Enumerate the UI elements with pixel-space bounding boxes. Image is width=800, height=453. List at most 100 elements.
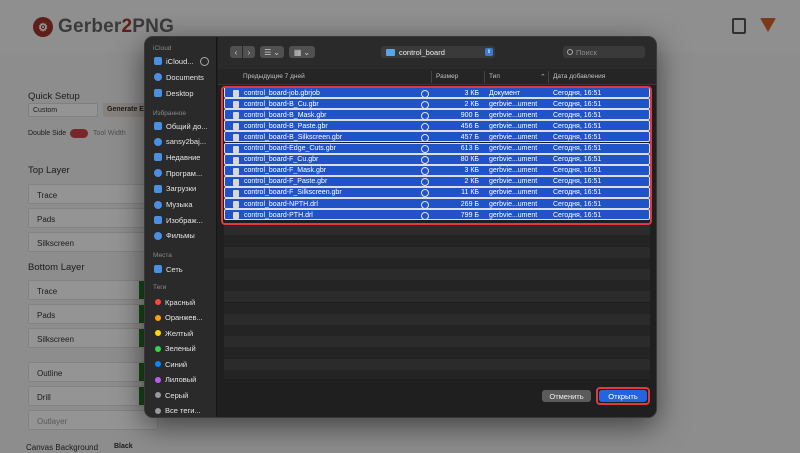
sidebar-head-favorites: Избранное <box>153 110 186 117</box>
empty-list-row <box>224 325 650 336</box>
sidebar-item[interactable]: Програм... <box>151 166 213 180</box>
download-icon <box>154 184 162 193</box>
column-size[interactable]: Размер <box>436 73 458 80</box>
sidebar-item-label: Documents <box>166 72 204 82</box>
clock-icon <box>154 153 162 162</box>
sidebar-item[interactable]: Изображ... <box>151 213 213 227</box>
sidebar-item[interactable]: iCloud... <box>151 54 213 68</box>
sidebar-item-label: Оранжев... <box>165 313 203 322</box>
search-box[interactable] <box>563 46 645 58</box>
open-button-highlight-box <box>596 387 650 405</box>
sidebar-item[interactable]: sansy2baj... <box>151 135 213 149</box>
sidebar-item[interactable]: Фильмы <box>151 229 213 243</box>
sidebar-item-label: sansy2baj... <box>166 137 207 147</box>
sidebar-head-icloud: iCloud <box>153 45 172 52</box>
sidebar-item-label: Сеть <box>166 264 183 274</box>
empty-list-row <box>224 246 650 258</box>
sidebar-item[interactable]: Оранжев... <box>151 311 213 325</box>
sidebar-item[interactable]: Сеть <box>151 262 213 276</box>
updown-chevron-icon: ⇕ <box>485 48 493 56</box>
sidebar-item-label: Зеленый <box>165 344 196 353</box>
tag-color-dot-icon <box>155 407 161 414</box>
search-input[interactable] <box>576 47 638 57</box>
sidebar-item-label: Програм... <box>166 168 203 178</box>
view-mode-button[interactable]: ☰ ⌄ <box>260 46 284 58</box>
image-icon <box>154 216 162 225</box>
column-date-added[interactable]: Дата добавления <box>553 73 605 80</box>
sidebar-item[interactable]: Лиловый <box>151 373 213 387</box>
music-icon <box>154 200 162 209</box>
sidebar-head-tags: Теги <box>153 284 167 291</box>
sidebar-item-label: iCloud... <box>166 56 194 66</box>
tag-color-dot-icon <box>155 376 161 383</box>
sidebar-item[interactable]: Недавние <box>151 150 213 164</box>
sidebar-item-label: Загрузки <box>166 184 197 194</box>
sync-progress-icon <box>200 56 209 66</box>
cloud-icon <box>154 57 162 65</box>
sidebar-item-label: Desktop <box>166 88 194 98</box>
apps-icon <box>154 169 162 178</box>
search-icon <box>567 49 573 55</box>
sort-ascending-icon: ⌃ <box>540 74 546 81</box>
tag-color-dot-icon <box>155 299 161 305</box>
list-view-icon: ☰ <box>264 47 272 57</box>
empty-list-row <box>224 313 650 325</box>
cancel-button[interactable]: Отменить <box>542 390 591 402</box>
dialog-sidebar: iCloud iCloud... Documents Desktop Избранн… <box>145 37 217 417</box>
tag-color-dot-icon <box>155 361 161 367</box>
column-type[interactable]: Тип <box>489 73 500 80</box>
tag-color-dot-icon <box>155 330 161 336</box>
empty-list-row <box>224 224 650 236</box>
empty-list-row <box>224 257 650 269</box>
column-header: Предыдущие 7 дней Размер Тип ⌃ Дата доба… <box>218 69 656 85</box>
open-file-dialog: iCloud iCloud... Documents Desktop Избранн… <box>144 36 657 418</box>
tag-color-dot-icon <box>155 345 161 352</box>
empty-list-row <box>224 347 650 359</box>
group-mode-button[interactable]: ▦ ⌄ <box>289 46 315 58</box>
sidebar-item-label: Лиловый <box>165 375 197 384</box>
sidebar-item-label: Желтый <box>165 328 194 338</box>
dialog-footer: Отменить Открыть <box>218 379 656 417</box>
tag-color-dot-icon <box>155 392 161 398</box>
forward-button[interactable]: › <box>243 46 255 58</box>
empty-list-row <box>224 235 650 247</box>
column-name[interactable]: Предыдущие 7 дней <box>243 73 305 80</box>
folder-path-popup[interactable]: control_board ⇕ <box>381 46 495 58</box>
sidebar-item-label: Все теги... <box>165 406 201 415</box>
sidebar-item-label: Синий <box>165 359 188 369</box>
empty-list-row <box>224 269 650 280</box>
sidebar-item[interactable]: Зеленый <box>151 342 213 356</box>
sidebar-item[interactable]: Documents <box>151 70 213 84</box>
sidebar-item[interactable]: Серый <box>151 388 213 402</box>
sidebar-item-label: Недавние <box>166 152 201 162</box>
sidebar-item-label: Серый <box>165 390 189 400</box>
sidebar-item[interactable]: Все теги... <box>151 404 213 418</box>
sidebar-item-label: Красный <box>165 297 196 307</box>
sidebar-item[interactable]: Общий до... <box>151 119 213 133</box>
sidebar-item[interactable]: Красный <box>151 295 213 309</box>
empty-list-row <box>224 280 650 292</box>
dialog-toolbar: ‹ › ☰ ⌄ ▦ ⌄ control_board ⇕ <box>218 37 656 69</box>
nav-buttons: ‹ › <box>230 46 255 58</box>
empty-list-row <box>224 358 650 370</box>
sidebar-item[interactable]: Музыка <box>151 198 213 212</box>
tag-color-dot-icon <box>155 314 161 321</box>
chevron-down-icon: ⌄ <box>303 47 311 57</box>
sidebar-head-places: Места <box>153 252 172 259</box>
sidebar-item[interactable]: Загрузки <box>151 182 213 196</box>
empty-list-row <box>224 302 650 314</box>
grid-view-icon: ▦ <box>293 47 302 57</box>
sidebar-item[interactable]: Desktop <box>151 86 213 100</box>
home-icon <box>154 137 162 146</box>
selection-highlight-box <box>221 86 652 225</box>
sidebar-item-label: Общий до... <box>166 121 208 131</box>
folder-icon <box>386 48 395 56</box>
doc-icon <box>154 73 162 81</box>
sidebar-item[interactable]: Желтый <box>151 326 213 340</box>
back-button[interactable]: ‹ <box>230 46 242 58</box>
sidebar-item-label: Изображ... <box>166 215 203 225</box>
sidebar-item-label: Фильмы <box>166 231 195 241</box>
network-icon <box>154 265 162 273</box>
sidebar-item[interactable]: Синий <box>151 357 213 371</box>
desktop-icon <box>154 89 162 97</box>
